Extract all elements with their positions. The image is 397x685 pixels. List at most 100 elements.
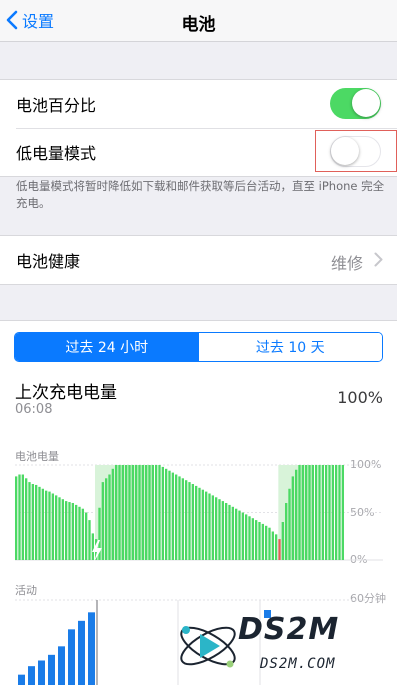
battery-bar (191, 484, 194, 560)
battery-bar (111, 468, 114, 560)
watermark: DS2M DS2M.COM (172, 608, 392, 684)
battery-bar (325, 465, 328, 560)
battery-bar (131, 465, 134, 560)
battery-bar (301, 465, 304, 560)
battery-bar (215, 497, 218, 560)
battery-bar (291, 476, 294, 560)
battery-toggles-group: 电池百分比 低电量模式 (0, 79, 397, 177)
last-charge-label: 上次充电电量 (15, 383, 117, 403)
watermark-subtext: DS2M.COM (260, 656, 336, 672)
battery-bar (78, 506, 81, 560)
battery-bar (61, 499, 64, 560)
battery-bar (171, 472, 174, 560)
battery-bar (108, 474, 111, 560)
activity-bar (38, 660, 45, 685)
battery-bar (101, 482, 104, 560)
battery-bar (221, 501, 224, 560)
tab-last-24-hours[interactable]: 过去 24 小时 (15, 333, 199, 361)
battery-bar (268, 527, 271, 560)
battery-bar (151, 465, 154, 560)
battery-bar (188, 482, 191, 560)
battery-bar (315, 465, 318, 560)
battery-bar (271, 531, 274, 560)
battery-bar (338, 465, 341, 560)
battery-bar (185, 480, 188, 560)
battery-bar (81, 508, 84, 560)
highlight-box (315, 130, 397, 172)
battery-health-row[interactable]: 电池健康 维修 (0, 236, 397, 284)
battery-percentage-toggle[interactable] (330, 88, 381, 119)
battery-bar (125, 465, 128, 560)
battery-bar (41, 488, 44, 560)
battery-bar (58, 497, 61, 560)
battery-bar (261, 523, 264, 560)
battery-bar (38, 486, 41, 560)
battery-bar (308, 465, 311, 560)
battery-bar (311, 465, 314, 560)
battery-bar (328, 465, 331, 560)
battery-bar (295, 469, 298, 560)
battery-bar (168, 470, 171, 560)
navigation-bar: 设置 电池 (0, 0, 397, 42)
battery-bar (248, 516, 251, 560)
tab-last-10-days[interactable]: 过去 10 天 (198, 333, 382, 361)
battery-bar (225, 503, 228, 560)
battery-bar (218, 499, 221, 560)
battery-bar (128, 465, 131, 560)
battery-bar (148, 465, 151, 560)
page-title: 电池 (181, 15, 216, 35)
battery-health-group: 电池健康 维修 (0, 235, 397, 285)
battery-health-label: 电池健康 (16, 252, 81, 271)
battery-bar (281, 522, 284, 560)
battery-bar (21, 474, 24, 560)
activity-bar (28, 666, 35, 685)
battery-bar (228, 504, 231, 560)
watermark-logo-icon (180, 626, 236, 668)
battery-bar (155, 465, 158, 560)
battery-health-value: 维修 (330, 254, 363, 273)
battery-bar (341, 465, 344, 560)
last-charge-level: 100% (337, 388, 383, 407)
battery-bar (275, 534, 278, 560)
battery-bar (68, 502, 71, 560)
battery-bar (251, 518, 254, 560)
battery-bar (258, 522, 261, 560)
chevron-right-icon (374, 252, 383, 267)
battery-bar (178, 476, 181, 560)
battery-bar (231, 506, 234, 560)
battery-bar (208, 493, 211, 560)
battery-bar (145, 465, 148, 560)
battery-bar (265, 525, 268, 560)
battery-bar (321, 465, 324, 560)
battery-bar (241, 512, 244, 560)
battery-bar (18, 474, 21, 560)
battery-bar (45, 490, 48, 560)
battery-bar (135, 465, 138, 560)
battery-bar (255, 520, 258, 560)
battery-bar (285, 503, 288, 560)
battery-bar (298, 465, 301, 560)
activity-bar (48, 654, 55, 685)
activity-bar (68, 629, 75, 685)
battery-bar (235, 508, 238, 560)
low-power-mode-label: 低电量模式 (16, 144, 97, 163)
battery-bar (165, 468, 168, 560)
battery-bar (65, 501, 68, 560)
battery-bar (48, 491, 51, 560)
battery-bar (35, 484, 38, 560)
battery-level-chart (15, 464, 383, 562)
battery-bar (175, 474, 178, 560)
battery-bar (85, 512, 88, 560)
activity-bar (78, 620, 85, 685)
battery-bar (105, 478, 108, 560)
battery-bar (141, 465, 144, 560)
activity-bar (88, 612, 95, 685)
battery-bar (245, 514, 248, 560)
battery-bar (31, 484, 34, 560)
battery-bar (331, 465, 334, 560)
watermark-text: DS2M (238, 612, 340, 647)
activity-bar (58, 646, 65, 685)
battery-percentage-row: 电池百分比 (0, 80, 397, 128)
battery-bar (121, 465, 124, 560)
battery-bar (88, 520, 91, 560)
